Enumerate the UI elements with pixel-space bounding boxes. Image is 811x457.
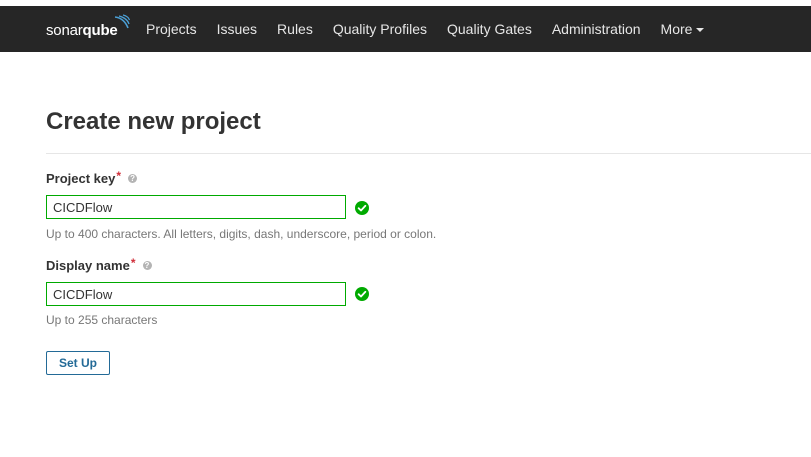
nav-issues[interactable]: Issues <box>207 6 267 52</box>
logo-waves-icon <box>114 14 130 29</box>
sonarqube-logo[interactable]: sonarqube <box>46 14 130 44</box>
required-mark: * <box>116 168 122 183</box>
display-name-label: Display name * ? <box>46 255 152 273</box>
required-mark: * <box>130 255 136 270</box>
display-name-input[interactable] <box>46 282 346 306</box>
caret-down-icon <box>696 28 705 33</box>
nav-rules[interactable]: Rules <box>267 6 323 52</box>
project-key-label: Project key * ? <box>46 168 138 186</box>
nav-more-menu[interactable]: More <box>651 6 715 52</box>
logo-text: sonarqube <box>46 21 118 39</box>
nav-quality-profiles[interactable]: Quality Profiles <box>323 6 437 52</box>
project-key-label-text: Project key <box>46 171 116 186</box>
nav-administration[interactable]: Administration <box>542 6 651 52</box>
check-circle-icon <box>355 201 369 215</box>
top-navbar: sonarqube Projects Issues Rules Quality … <box>0 6 811 52</box>
title-divider <box>46 153 811 154</box>
display-name-hint: Up to 255 characters <box>46 313 158 327</box>
project-key-input[interactable] <box>46 195 346 219</box>
set-up-button[interactable]: Set Up <box>46 351 110 375</box>
nav-projects[interactable]: Projects <box>136 6 207 52</box>
page-title: Create new project <box>46 108 261 135</box>
main-nav: Projects Issues Rules Quality Profiles Q… <box>136 6 714 52</box>
check-circle-icon <box>355 287 369 301</box>
nav-quality-gates[interactable]: Quality Gates <box>437 6 542 52</box>
question-circle-icon[interactable]: ? <box>128 174 138 183</box>
question-circle-icon[interactable]: ? <box>142 261 152 270</box>
nav-more-label: More <box>660 21 693 37</box>
display-name-label-text: Display name <box>46 258 130 273</box>
project-key-hint: Up to 400 characters. All letters, digit… <box>46 227 437 241</box>
